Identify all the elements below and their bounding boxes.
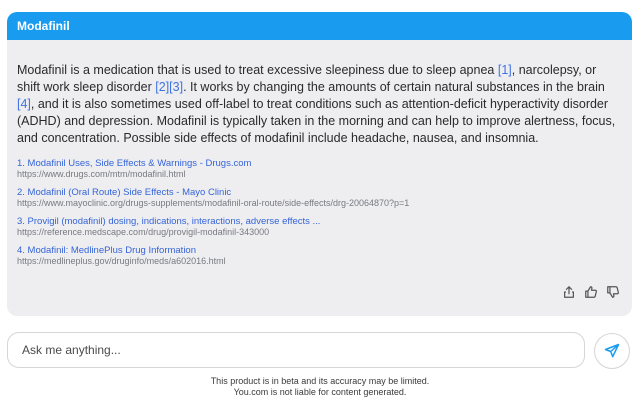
send-icon [604, 343, 620, 358]
source-title[interactable]: 1. Modafinil Uses, Side Effects & Warnin… [17, 158, 620, 169]
source-item[interactable]: 3. Provigil (modafinil) dosing, indicati… [17, 216, 620, 238]
answer-card: Modafinil is a medication that is used t… [7, 40, 632, 316]
answer-title: Modafinil [17, 19, 70, 33]
source-item[interactable]: 2. Modafinil (Oral Route) Side Effects -… [17, 187, 620, 209]
thumbs-up-icon[interactable] [583, 284, 599, 300]
source-url: https://www.mayoclinic.org/drugs-supplem… [17, 198, 410, 208]
send-button[interactable] [594, 333, 630, 369]
chat-input[interactable] [20, 342, 572, 358]
source-item[interactable]: 1. Modafinil Uses, Side Effects & Warnin… [17, 158, 620, 180]
source-url: https://medlineplus.gov/druginfo/meds/a6… [17, 256, 226, 266]
answer-header: Modafinil [7, 12, 632, 40]
answer-text: Modafinil is a medication that is used t… [17, 63, 616, 145]
source-title[interactable]: 3. Provigil (modafinil) dosing, indicati… [17, 216, 620, 227]
thumbs-down-icon[interactable] [605, 284, 621, 300]
source-url: https://reference.medscape.com/drug/prov… [17, 227, 270, 237]
citation-4[interactable]: [4] [17, 97, 31, 111]
source-title[interactable]: 2. Modafinil (Oral Route) Side Effects -… [17, 187, 620, 198]
chat-input-box[interactable] [7, 332, 585, 368]
disclaimer: This product is in beta and its accuracy… [0, 376, 640, 398]
source-item[interactable]: 4. Modafinil: MedlinePlus Drug Informati… [17, 245, 620, 267]
citation-1[interactable]: [1] [498, 63, 512, 77]
source-url: https://www.drugs.com/mtm/modafinil.html [17, 169, 186, 179]
source-list: 1. Modafinil Uses, Side Effects & Warnin… [17, 158, 620, 267]
disclaimer-line-2: You.com is not liable for content genera… [233, 387, 407, 397]
share-icon[interactable] [561, 284, 577, 300]
answer-actions [561, 284, 621, 300]
source-title[interactable]: 4. Modafinil: MedlinePlus Drug Informati… [17, 245, 620, 256]
disclaimer-line-1: This product is in beta and its accuracy… [210, 376, 430, 386]
citation-2-3[interactable]: [2][3] [155, 80, 183, 94]
